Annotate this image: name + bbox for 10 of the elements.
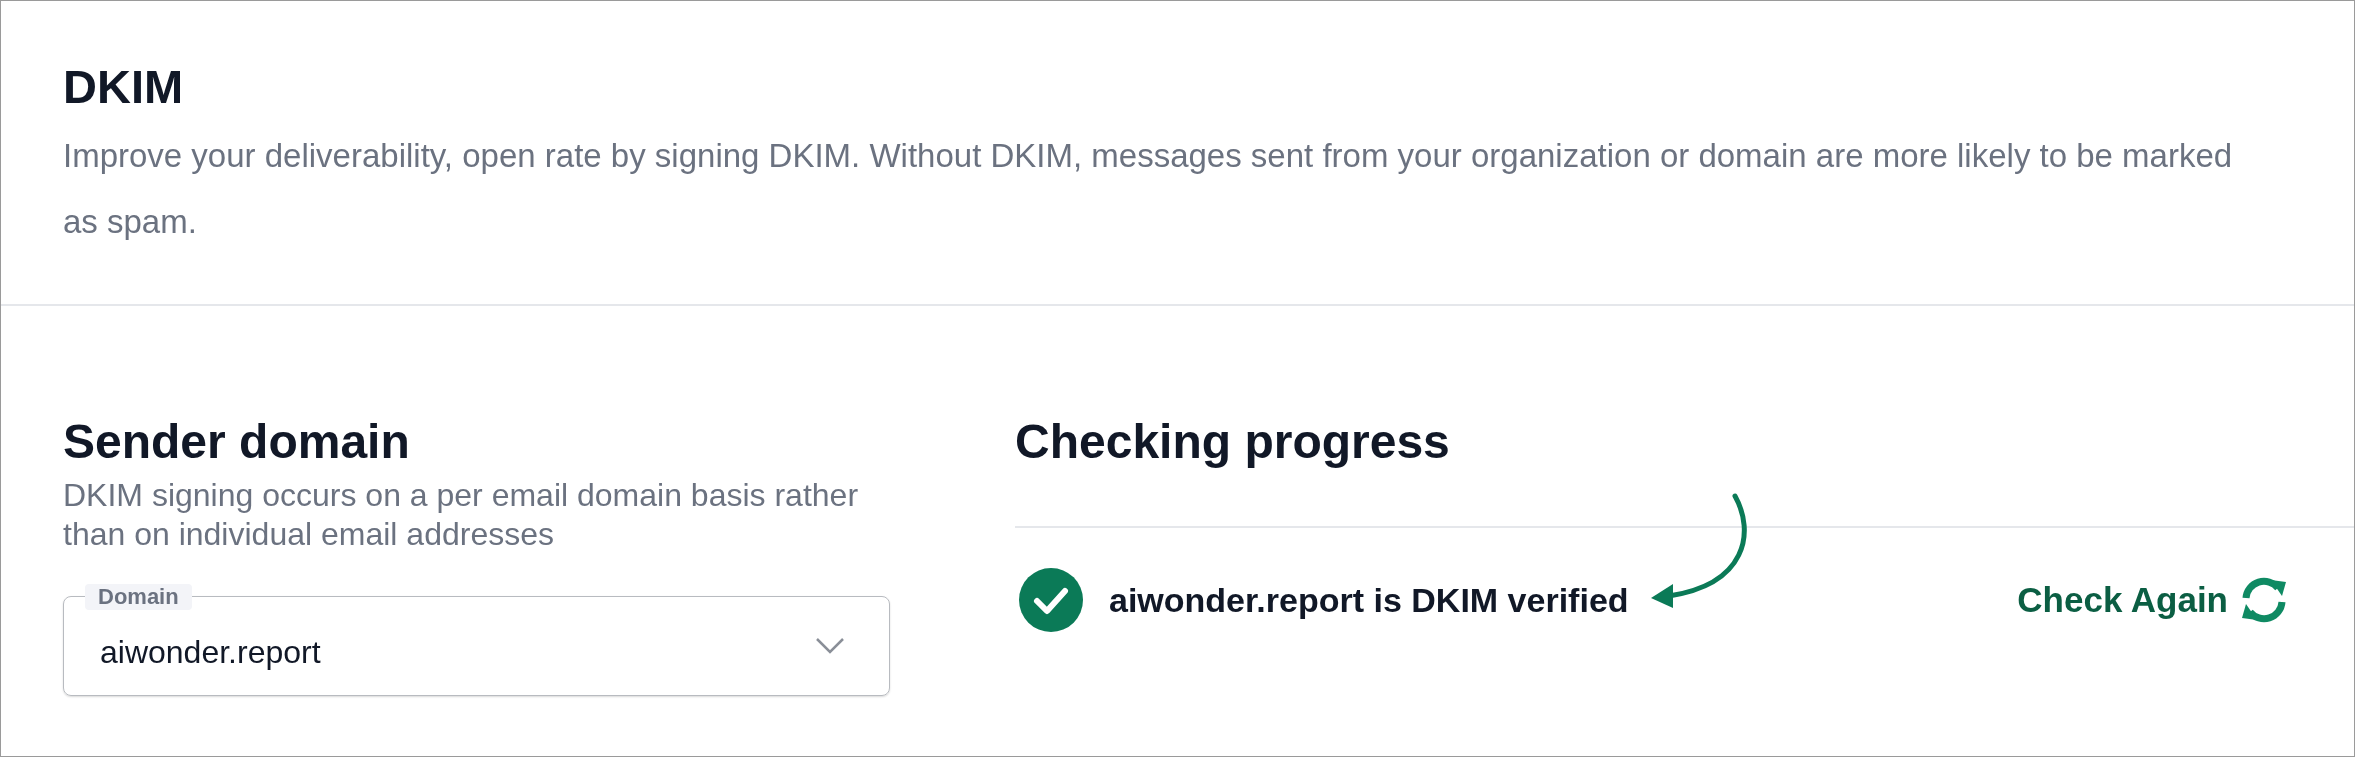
section-title: Sender domain (63, 414, 411, 470)
page-description: Improve your deliverability, open rate by signing DKIM. Without DKIM, messages sent from your organization or domain are more likely to be marked as spam. (63, 136, 2234, 242)
section-title: Checking progress (1015, 414, 1451, 470)
check-again-button[interactable]: Check Again (2017, 574, 2290, 626)
field-label: Domain (85, 584, 192, 610)
status-text: aiwonder.report is DKIM verified (1109, 580, 1630, 620)
page-title: DKIM (63, 59, 185, 115)
select-value: aiwonder.report (100, 633, 322, 671)
chevron-down-icon (815, 637, 845, 655)
section-description: DKIM signing occurs on a per email domain basis rather than on individual email addresses (63, 476, 860, 554)
